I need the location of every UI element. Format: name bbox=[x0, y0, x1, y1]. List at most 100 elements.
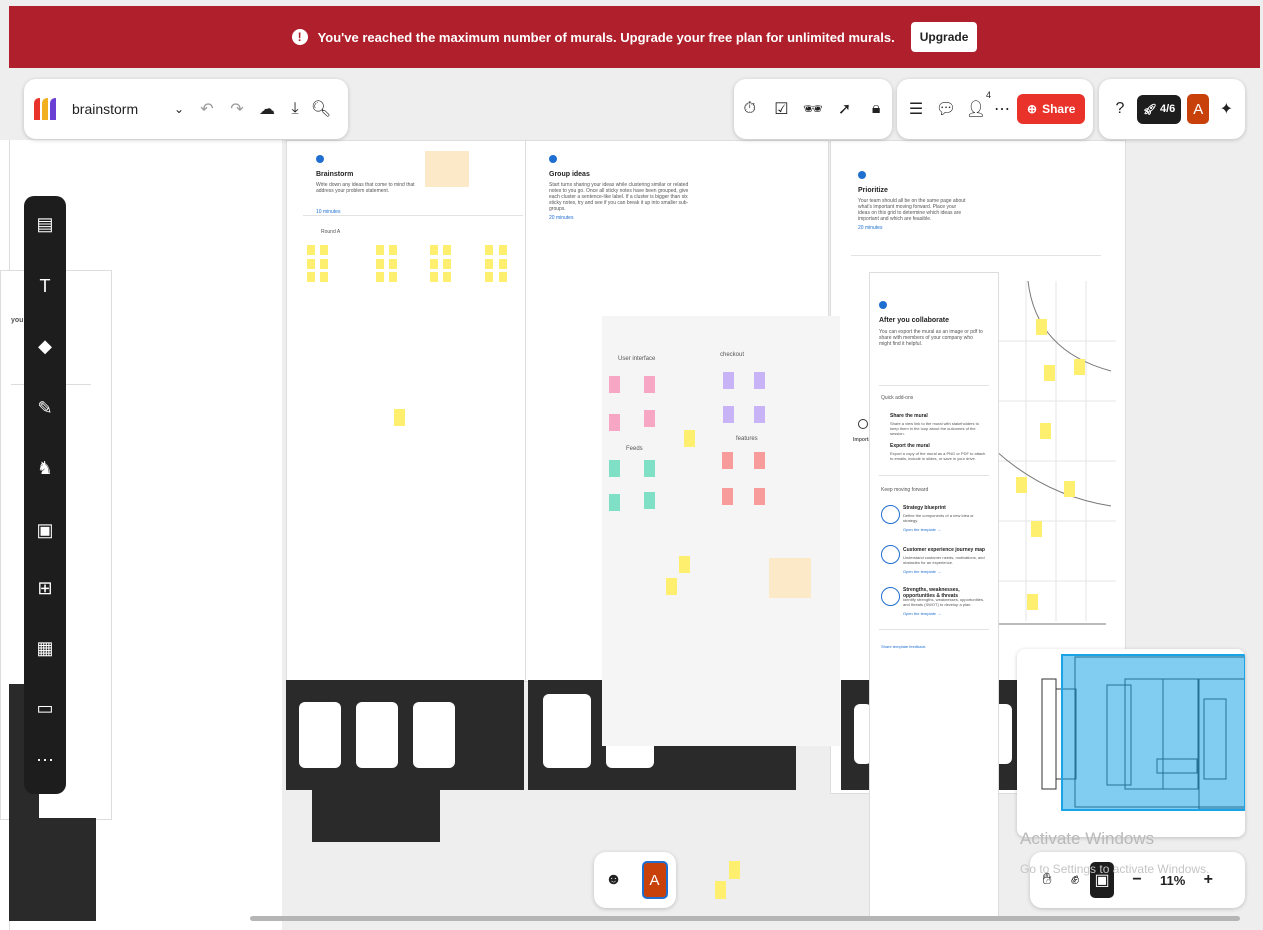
more-icon[interactable]: ⋯ bbox=[33, 748, 57, 772]
sticky-note[interactable] bbox=[729, 861, 740, 879]
minimap[interactable] bbox=[1017, 649, 1245, 837]
sticky-note[interactable] bbox=[443, 245, 451, 255]
sticky-note[interactable] bbox=[722, 452, 733, 469]
sticky-note[interactable] bbox=[644, 376, 655, 393]
more-icon[interactable]: ⋯ bbox=[991, 98, 1013, 120]
sticky-note[interactable] bbox=[1040, 423, 1051, 439]
link-title[interactable]: Export the mural bbox=[890, 443, 930, 449]
sticky-note[interactable] bbox=[430, 245, 438, 255]
lock-icon[interactable]: 🔒︎ bbox=[865, 98, 887, 120]
sticky-note[interactable] bbox=[679, 556, 690, 573]
frame-icon[interactable]: ▭ bbox=[33, 696, 57, 720]
sticky-note[interactable] bbox=[499, 259, 507, 269]
cursor-icon[interactable]: ➚ bbox=[834, 98, 856, 120]
chevron-down-icon[interactable]: ⌄ bbox=[168, 98, 190, 120]
avatar[interactable]: A bbox=[641, 861, 668, 899]
cluster-frame[interactable]: User interface checkout Feeds features bbox=[602, 316, 840, 746]
template-card[interactable] bbox=[413, 702, 455, 768]
board-name[interactable]: brainstorm bbox=[72, 101, 162, 117]
emoji-icon[interactable]: ☻ bbox=[603, 869, 625, 891]
sticky-note[interactable] bbox=[443, 259, 451, 269]
sticky-note[interactable] bbox=[1031, 521, 1042, 537]
sparkle-icon[interactable]: ✦ bbox=[1215, 98, 1237, 120]
sticky-note[interactable] bbox=[499, 272, 507, 282]
avatar[interactable]: A bbox=[1187, 94, 1210, 124]
open-template-link[interactable]: Open the template → bbox=[903, 527, 941, 532]
sticky-note[interactable] bbox=[307, 245, 315, 255]
sticky-note[interactable] bbox=[307, 272, 315, 282]
open-template-link[interactable]: Open the template → bbox=[903, 569, 941, 574]
sticky-note[interactable] bbox=[754, 452, 765, 469]
redo-icon[interactable]: ↷ bbox=[226, 98, 248, 120]
sticky-note[interactable] bbox=[609, 414, 620, 431]
sticky-note[interactable] bbox=[754, 372, 765, 389]
open-template-link[interactable]: Open the template → bbox=[903, 611, 941, 616]
sticky-note[interactable] bbox=[644, 492, 655, 509]
text-icon[interactable]: T bbox=[33, 274, 57, 298]
llama-icon[interactable]: ♞ bbox=[33, 456, 57, 480]
sticky-note[interactable] bbox=[754, 488, 765, 505]
sticky-note[interactable] bbox=[609, 460, 620, 477]
sticky-note[interactable] bbox=[485, 272, 493, 282]
timer-icon[interactable]: ⏱ bbox=[739, 98, 761, 120]
upgrade-button[interactable]: Upgrade bbox=[910, 22, 978, 52]
sticky-note[interactable] bbox=[754, 406, 765, 423]
link-title[interactable]: Share the mural bbox=[890, 413, 928, 419]
feedback-link[interactable]: Share template feedback bbox=[881, 644, 925, 649]
share-button[interactable]: ⊕ Share bbox=[1017, 94, 1086, 124]
comment-icon[interactable]: 💬︎ bbox=[935, 98, 957, 120]
sticky-note[interactable] bbox=[389, 272, 397, 282]
outline-icon[interactable]: ☰ bbox=[905, 98, 927, 120]
sticky-note[interactable] bbox=[644, 410, 655, 427]
sticky-note[interactable] bbox=[320, 245, 328, 255]
sticky-note[interactable] bbox=[485, 245, 493, 255]
sticky-note[interactable] bbox=[376, 259, 384, 269]
sticky-note[interactable] bbox=[644, 460, 655, 477]
table-icon[interactable]: ▦ bbox=[33, 636, 57, 660]
sticky-note[interactable] bbox=[307, 259, 315, 269]
pen-icon[interactable]: ✎ bbox=[33, 396, 57, 420]
sticky-note[interactable] bbox=[1074, 359, 1085, 375]
sticky-note[interactable] bbox=[430, 259, 438, 269]
private-mode-icon[interactable]: 🕶︎ bbox=[802, 98, 824, 120]
sticky-note-icon[interactable]: ▤ bbox=[33, 212, 57, 236]
sticky-note[interactable] bbox=[1044, 365, 1055, 381]
shapes-icon[interactable]: ◆ bbox=[33, 334, 57, 358]
sticky-note[interactable] bbox=[684, 430, 695, 447]
sticky-note[interactable] bbox=[376, 272, 384, 282]
sticky-note[interactable] bbox=[389, 259, 397, 269]
sticky-note[interactable] bbox=[723, 372, 734, 389]
sticky-note[interactable] bbox=[320, 272, 328, 282]
help-icon[interactable]: ? bbox=[1109, 98, 1131, 120]
sticky-note[interactable] bbox=[1027, 594, 1038, 610]
template-card[interactable] bbox=[543, 694, 591, 768]
sticky-note[interactable] bbox=[666, 578, 677, 595]
horizontal-scrollbar[interactable] bbox=[250, 916, 1240, 921]
sticky-note[interactable] bbox=[1016, 477, 1027, 493]
template-card[interactable] bbox=[356, 702, 398, 768]
sticky-note[interactable] bbox=[1064, 481, 1075, 497]
people-icon[interactable]: 👤︎ 4 bbox=[965, 90, 991, 120]
template-card[interactable] bbox=[299, 702, 341, 768]
sticky-note[interactable] bbox=[722, 488, 733, 505]
cloud-icon[interactable]: ☁ bbox=[256, 98, 278, 120]
sticky-note[interactable] bbox=[320, 259, 328, 269]
logo-icon[interactable] bbox=[32, 96, 60, 122]
sticky-note[interactable] bbox=[376, 245, 384, 255]
sticky-note[interactable] bbox=[443, 272, 451, 282]
sticky-note[interactable] bbox=[723, 406, 734, 423]
checkbox-icon[interactable]: ☑ bbox=[770, 98, 792, 120]
sticky-note[interactable] bbox=[609, 494, 620, 511]
sticky-note[interactable] bbox=[715, 881, 726, 899]
sticky-note[interactable] bbox=[485, 259, 493, 269]
sticky-note[interactable] bbox=[389, 245, 397, 255]
sticky-note[interactable] bbox=[609, 376, 620, 393]
sticky-note[interactable] bbox=[499, 245, 507, 255]
image-icon[interactable]: ▣ bbox=[33, 518, 57, 542]
search-icon[interactable]: 🔍︎ bbox=[310, 98, 332, 120]
sticky-note[interactable] bbox=[1036, 319, 1047, 335]
templates-icon[interactable]: ⊞ bbox=[33, 576, 57, 600]
progress-badge[interactable]: 🚀︎ 4/6 bbox=[1137, 94, 1182, 124]
sticky-note[interactable] bbox=[394, 409, 405, 426]
sticky-note[interactable] bbox=[430, 272, 438, 282]
